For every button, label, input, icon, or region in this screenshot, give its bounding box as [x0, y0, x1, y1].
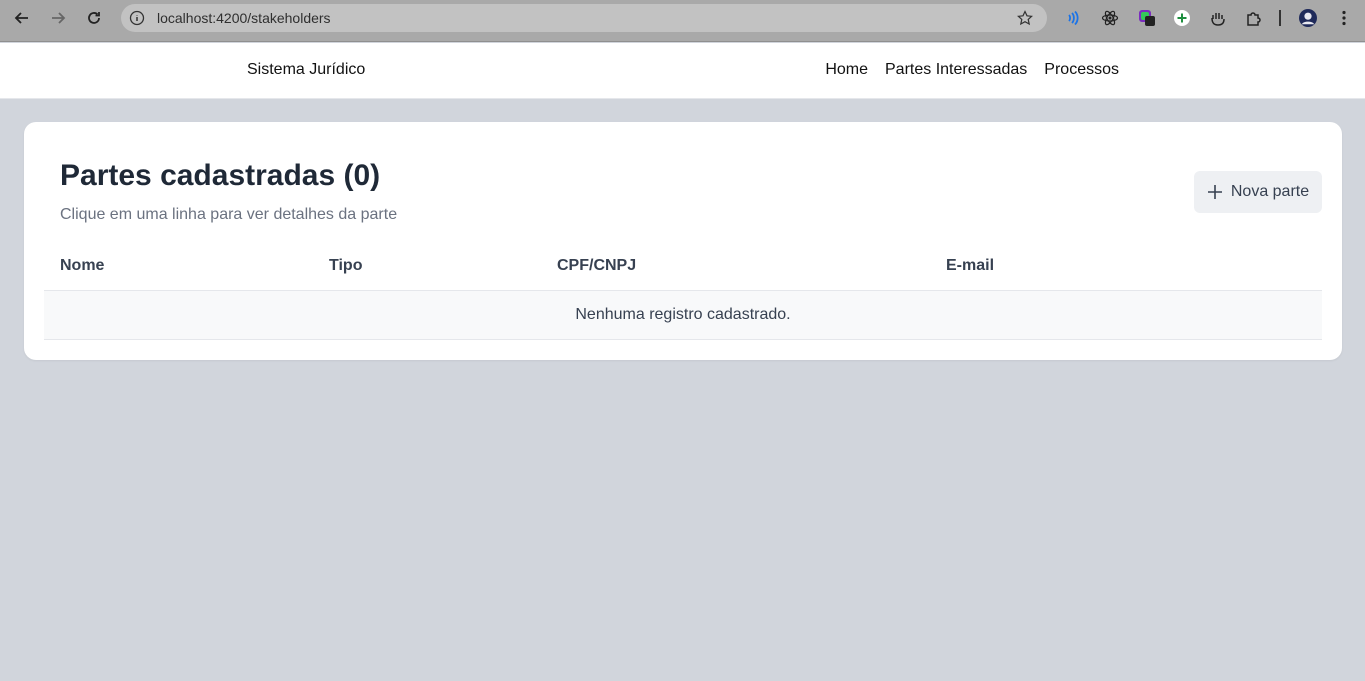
nav-partes-interessadas-link[interactable]: Partes Interessadas: [885, 61, 1027, 79]
column-header-tipo[interactable]: Tipo: [329, 257, 362, 275]
brand-title[interactable]: Sistema Jurídico: [247, 61, 365, 79]
app-header: Sistema Jurídico Home Partes Interessada…: [0, 43, 1365, 99]
arrow-right-icon: [52, 12, 66, 24]
address-bar[interactable]: localhost:4200/stakeholders: [121, 4, 1047, 32]
bookmark-star-icon[interactable]: [1017, 10, 1033, 26]
empty-table-message: Nenhuma registro cadastrado.: [44, 291, 1322, 340]
react-devtools-icon[interactable]: [1101, 9, 1119, 27]
column-header-nome[interactable]: Nome: [60, 257, 104, 275]
profile-avatar-icon[interactable]: [1298, 8, 1318, 28]
column-header-email[interactable]: E-mail: [946, 257, 994, 275]
read-aloud-extension-icon[interactable]: [1064, 9, 1082, 27]
page-subtitle: Clique em uma linha para ver detalhes da…: [60, 206, 398, 223]
reload-button[interactable]: [80, 7, 108, 29]
extensions-puzzle-icon[interactable]: [1245, 9, 1263, 27]
site-info-icon[interactable]: [129, 10, 145, 26]
back-button[interactable]: [8, 7, 36, 29]
toolbar-separator: [1279, 10, 1281, 26]
new-party-label: Nova parte: [1230, 183, 1310, 200]
new-party-button[interactable]: Nova parte: [1194, 171, 1322, 213]
plus-icon: [1207, 185, 1222, 199]
stakeholders-table: Nome Tipo CPF/CNPJ E-mail Nenhuma regist…: [44, 244, 1322, 340]
add-extension-icon[interactable]: [1173, 9, 1191, 27]
nav-processos-link[interactable]: Processos: [1044, 61, 1119, 79]
table-header: Nome Tipo CPF/CNPJ E-mail: [44, 244, 1322, 291]
page-title: Partes cadastradas (0): [60, 159, 381, 192]
url-text[interactable]: localhost:4200/stakeholders: [157, 10, 331, 26]
hand-extension-icon[interactable]: [1209, 9, 1227, 27]
stakeholders-card: Partes cadastradas (0) Clique em uma lin…: [24, 122, 1342, 360]
forward-button[interactable]: [44, 7, 72, 29]
column-header-cpf-cnpj[interactable]: CPF/CNPJ: [557, 257, 636, 275]
browser-toolbar: localhost:4200/stakeholders: [0, 0, 1365, 42]
main-nav: Home Partes Interessadas Processos: [825, 61, 1119, 79]
browser-menu-icon[interactable]: [1335, 9, 1353, 27]
color-picker-extension-icon[interactable]: [1138, 9, 1156, 27]
nav-home-link[interactable]: Home: [825, 61, 868, 79]
reload-icon: [88, 12, 100, 24]
arrow-left-icon: [14, 12, 28, 24]
